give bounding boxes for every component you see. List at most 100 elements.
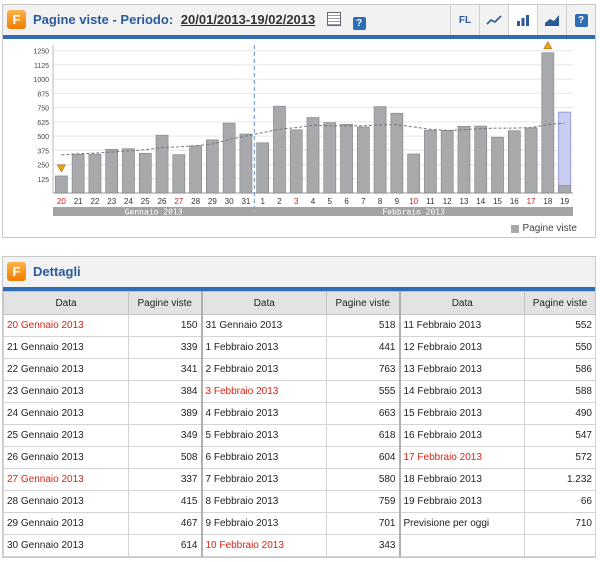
views-cell bbox=[524, 534, 596, 557]
views-cell: 614 bbox=[128, 534, 202, 557]
calendar-icon[interactable] bbox=[326, 12, 341, 26]
forecast-bar bbox=[558, 111, 572, 194]
y-tick-label: 500 bbox=[37, 134, 49, 141]
chart-help-button[interactable]: ? bbox=[566, 5, 595, 35]
legend-swatch bbox=[510, 224, 519, 233]
details-table: Data Pagine viste Data Pagine viste Data… bbox=[3, 291, 596, 557]
views-cell: 150 bbox=[128, 314, 202, 337]
table-row: 29 Gennaio 2013 467 9 Febbraio 2013 701 Prev… bbox=[3, 512, 596, 535]
line-chart-icon bbox=[486, 15, 502, 25]
app-logo-icon: F bbox=[7, 262, 26, 281]
line-chart-button[interactable] bbox=[479, 5, 508, 35]
bar bbox=[138, 152, 152, 194]
col-header-data: Data bbox=[3, 291, 129, 315]
fl-button[interactable]: FL bbox=[450, 5, 479, 35]
date-cell: 26 Gennaio 2013 bbox=[3, 446, 129, 469]
x-tick-label: 2 bbox=[277, 197, 282, 206]
y-tick-label: 750 bbox=[37, 106, 49, 113]
bar bbox=[440, 130, 454, 194]
y-tick-label: 875 bbox=[37, 91, 49, 98]
date-cell: 19 Febbraio 2013 bbox=[398, 490, 525, 513]
views-cell: 341 bbox=[128, 358, 202, 381]
x-tick-label: 3 bbox=[294, 197, 299, 206]
bar bbox=[71, 154, 85, 194]
date-cell: 11 Febbraio 2013 bbox=[398, 314, 525, 337]
bar bbox=[474, 125, 488, 194]
date-cell: 30 Gennaio 2013 bbox=[3, 534, 129, 557]
period-link[interactable]: 20/01/2013-19/02/2013 bbox=[181, 12, 315, 27]
date-cell: 15 Febbraio 2013 bbox=[398, 402, 525, 425]
legend-label: Pagine viste bbox=[522, 223, 577, 234]
views-cell: 663 bbox=[326, 402, 400, 425]
views-cell: 441 bbox=[326, 336, 400, 359]
chart-title-label: Pagine viste - Periodo: bbox=[33, 12, 174, 27]
table-header-row: Data Pagine viste Data Pagine viste Data… bbox=[3, 291, 596, 315]
month-label: Febbraio 2013 bbox=[382, 208, 445, 217]
date-cell: 25 Gennaio 2013 bbox=[3, 424, 129, 447]
x-tick-label: 7 bbox=[361, 197, 366, 206]
col-header-views: Pagine viste bbox=[128, 291, 202, 315]
date-cell: 17 Febbraio 2013 bbox=[398, 446, 525, 469]
x-tick-label: 9 bbox=[395, 197, 400, 206]
views-cell: 759 bbox=[326, 490, 400, 513]
col-header-data: Data bbox=[398, 291, 525, 315]
y-tick-label: 1250 bbox=[33, 49, 49, 56]
table-row: 22 Gennaio 2013 341 2 Febbraio 2013 763 13 F… bbox=[3, 358, 596, 381]
x-tick-label: 28 bbox=[191, 197, 200, 206]
bar-chart: 12525037550062575087510001125125020 21 22 2… bbox=[33, 41, 573, 217]
x-tick-label: 26 bbox=[158, 197, 167, 206]
x-tick-label: 17 bbox=[527, 197, 536, 206]
details-title: Dettagli bbox=[33, 264, 81, 279]
x-tick-label: 18 bbox=[543, 197, 552, 206]
date-cell: 13 Febbraio 2013 bbox=[398, 358, 525, 381]
area-chart-button[interactable] bbox=[537, 5, 566, 35]
details-header: F Dettagli bbox=[3, 257, 595, 291]
bar bbox=[558, 185, 571, 194]
bar bbox=[424, 129, 437, 194]
x-tick-label: 27 bbox=[174, 197, 183, 206]
date-cell: 21 Gennaio 2013 bbox=[3, 336, 129, 359]
views-cell: 508 bbox=[128, 446, 202, 469]
app-logo-icon: F bbox=[7, 10, 26, 29]
bar bbox=[457, 125, 471, 194]
x-tick-label: 24 bbox=[124, 197, 133, 206]
bar bbox=[239, 133, 253, 194]
chart-title: Pagine viste - Periodo: 20/01/2013-19/02… bbox=[33, 12, 366, 30]
x-tick-label: 21 bbox=[74, 197, 83, 206]
y-tick-label: 1125 bbox=[34, 63, 49, 70]
views-cell: 572 bbox=[524, 446, 596, 469]
table-row: 28 Gennaio 2013 415 8 Febbraio 2013 759 19 F… bbox=[3, 490, 596, 513]
x-tick-label: 13 bbox=[460, 197, 469, 206]
date-cell: 27 Gennaio 2013 bbox=[3, 468, 129, 491]
y-tick-label: 1000 bbox=[33, 77, 49, 84]
date-cell: 23 Gennaio 2013 bbox=[3, 380, 129, 403]
help-icon[interactable]: ? bbox=[352, 17, 366, 30]
x-tick-label: 14 bbox=[476, 197, 485, 206]
views-cell: 389 bbox=[128, 402, 202, 425]
bar bbox=[323, 122, 337, 194]
table-row: 30 Gennaio 2013 614 10 Febbraio 2013 343 bbox=[3, 534, 596, 557]
bar-chart-icon bbox=[517, 15, 529, 26]
date-cell: 1 Febbraio 2013 bbox=[200, 336, 327, 359]
x-tick-label: 15 bbox=[493, 197, 502, 206]
x-tick-label: 5 bbox=[328, 197, 333, 206]
bar bbox=[373, 106, 387, 194]
bar bbox=[407, 153, 420, 194]
x-tick-label: 10 bbox=[409, 197, 418, 206]
views-cell: 518 bbox=[326, 314, 400, 337]
chart-legend: Pagine viste bbox=[510, 223, 577, 234]
views-cell: 339 bbox=[128, 336, 202, 359]
x-tick-label: 20 bbox=[57, 197, 66, 206]
date-cell: 31 Gennaio 2013 bbox=[200, 314, 327, 337]
bar bbox=[189, 145, 202, 194]
views-cell: 701 bbox=[326, 512, 400, 535]
x-tick-label: 29 bbox=[208, 197, 217, 206]
y-tick-label: 375 bbox=[37, 148, 49, 155]
views-cell: 467 bbox=[128, 512, 202, 535]
date-cell: 28 Gennaio 2013 bbox=[3, 490, 129, 513]
area-chart-icon bbox=[545, 15, 559, 26]
x-tick-label: 23 bbox=[107, 197, 116, 206]
bar-chart-button[interactable] bbox=[508, 5, 537, 35]
x-tick-label: 6 bbox=[344, 197, 349, 206]
bar bbox=[172, 154, 186, 194]
